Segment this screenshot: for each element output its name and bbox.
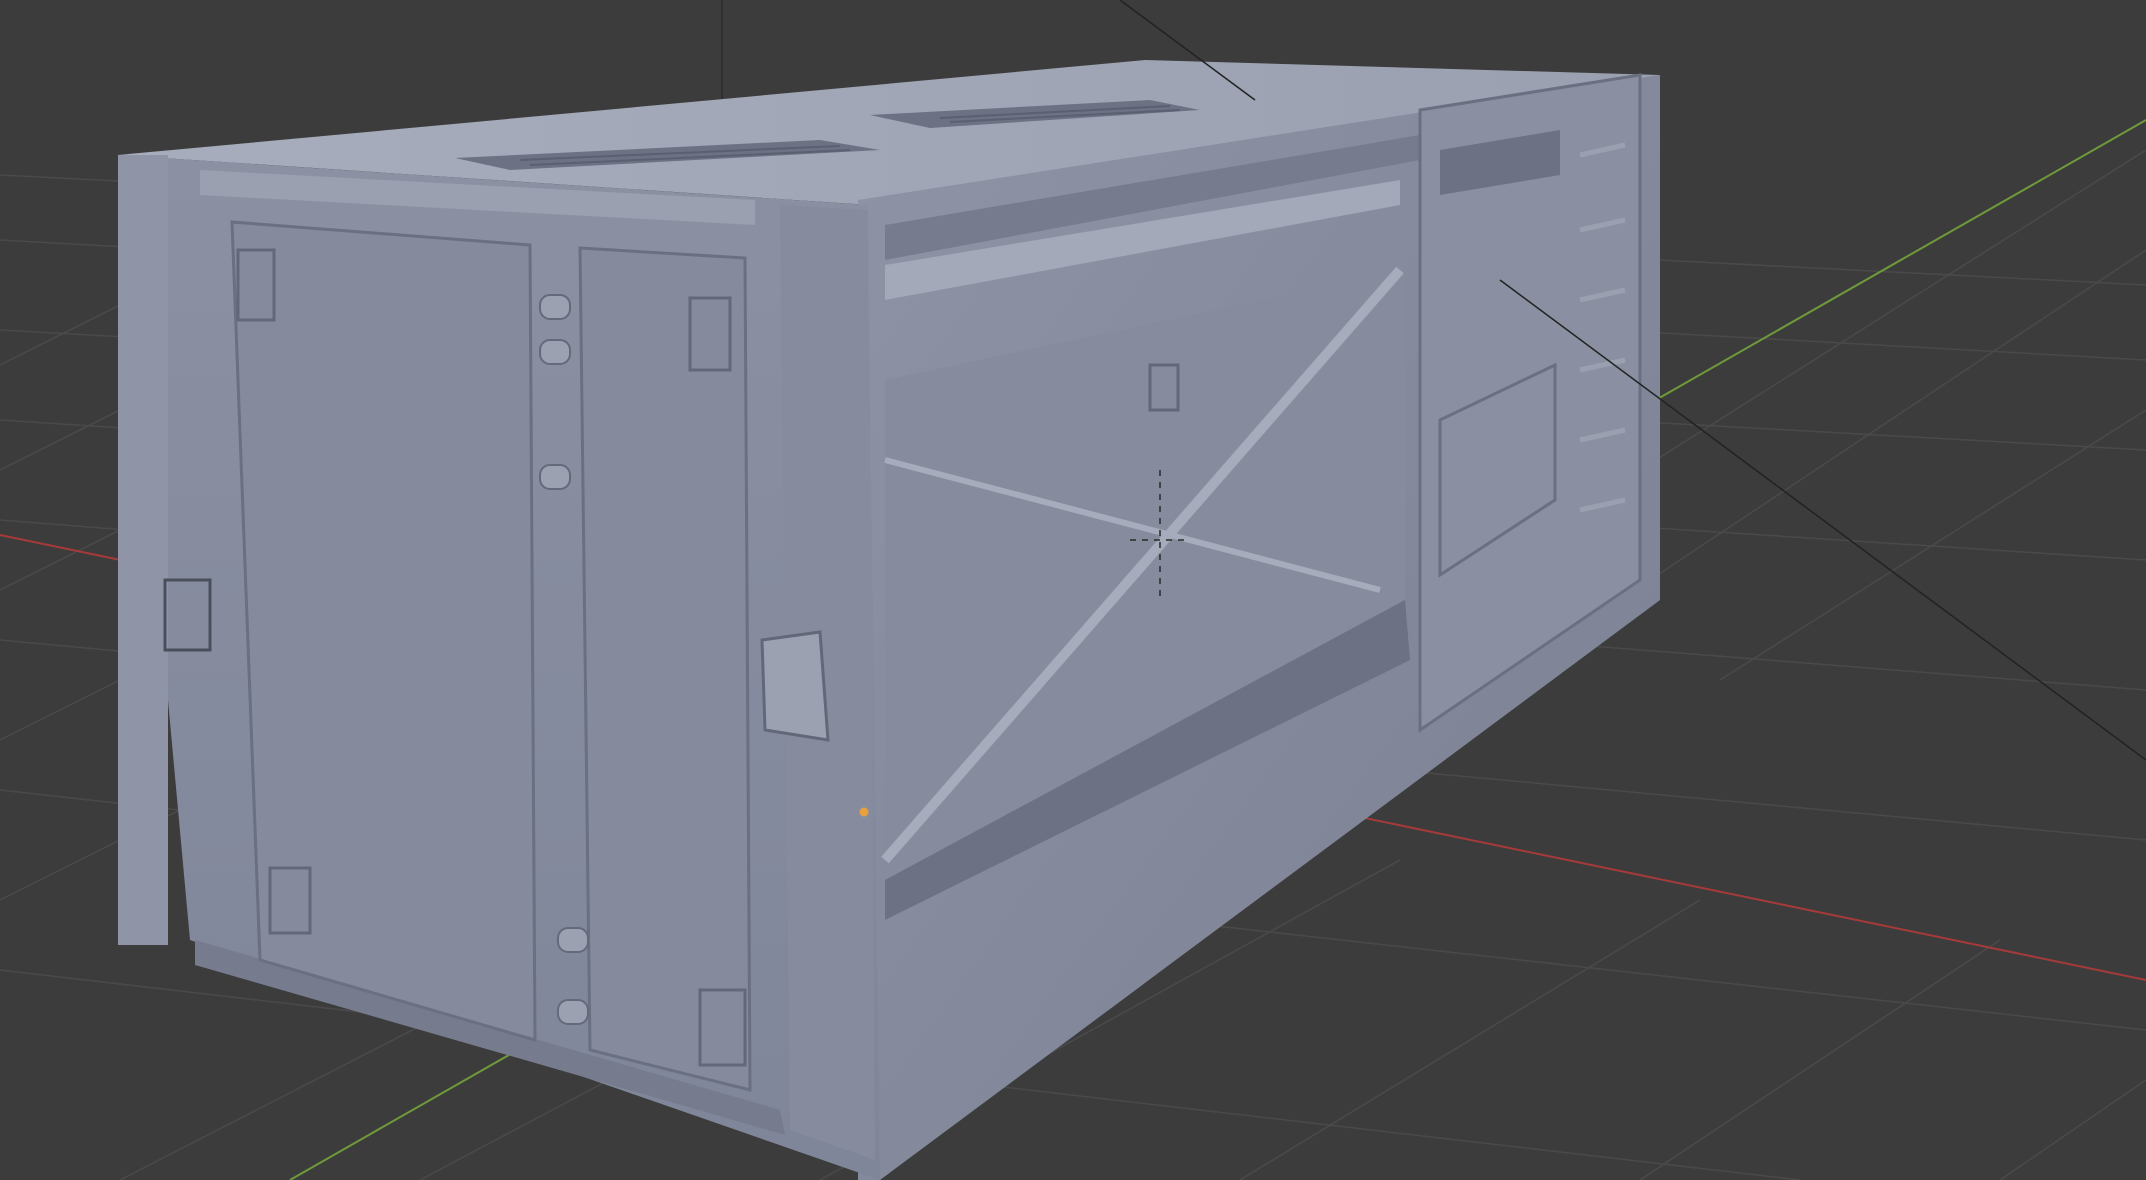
viewport-canvas[interactable] xyxy=(0,0,2146,1180)
door-left[interactable] xyxy=(230,220,537,1043)
object-origin-icon[interactable] xyxy=(859,807,869,817)
door-handle[interactable] xyxy=(760,630,830,742)
door-right[interactable] xyxy=(578,246,752,1092)
container-model[interactable] xyxy=(118,60,1660,1180)
3d-viewport[interactable] xyxy=(0,0,2146,1180)
end-corner-post-left xyxy=(118,155,168,945)
